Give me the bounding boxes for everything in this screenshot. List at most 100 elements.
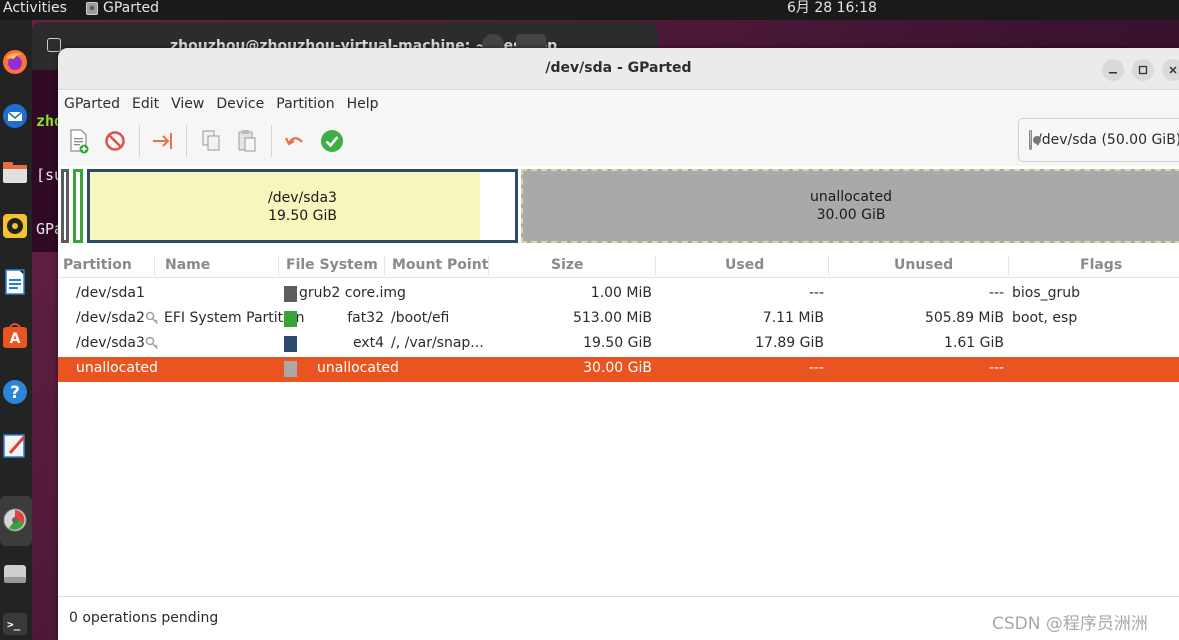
cell-flags: bios_grub	[1012, 285, 1081, 301]
header-unused[interactable]: Unused	[894, 257, 953, 273]
paste-button[interactable]	[233, 127, 261, 155]
cell-used: ---	[808, 285, 824, 301]
header-used[interactable]: Used	[725, 257, 764, 273]
filesystem-color-swatch	[284, 286, 297, 302]
apply-button[interactable]	[318, 127, 346, 155]
cell-partition: /dev/sda1	[76, 285, 145, 301]
header-partition[interactable]: Partition	[63, 257, 132, 273]
svg-text:?: ?	[10, 383, 20, 403]
top-bar: Activities GParted 6月 28 16:18	[0, 0, 1179, 20]
cell-partition: /dev/sda3	[76, 335, 145, 351]
header-name[interactable]: Name	[165, 257, 210, 273]
cell-unused: 505.89 MiB	[924, 310, 1004, 326]
files-icon[interactable]	[2, 158, 28, 186]
minimize-button[interactable]	[1102, 59, 1124, 81]
maximize-button[interactable]	[1132, 59, 1154, 81]
table-row[interactable]: /dev/sda2 EFI System Partition fat32 /bo…	[58, 307, 1179, 332]
header-mountpoint[interactable]: Mount Point	[392, 257, 488, 273]
cell-flags: boot, esp	[1012, 310, 1078, 326]
cell-mountpoint: /, /var/snap...	[391, 335, 484, 351]
activities-button[interactable]: Activities	[3, 0, 67, 17]
diskmap-sda3[interactable]: /dev/sda3 19.50 GiB	[87, 169, 518, 243]
cell-filesystem: grub2 core.img	[299, 285, 406, 301]
device-selector-value: /dev/sda (50.00 GiB)	[1037, 132, 1179, 148]
cell-used: 17.89 GiB	[755, 335, 824, 351]
title-bar[interactable]: /dev/sda - GParted	[58, 48, 1179, 90]
toolbar	[58, 117, 1179, 166]
menu-bar: GParted Edit View Device Partition Help	[58, 91, 1179, 117]
header-filesystem[interactable]: File System	[286, 257, 378, 273]
table-header: Partition Name File System Mount Point S…	[58, 254, 1179, 278]
svg-text:>_: >_	[7, 618, 21, 631]
filesystem-color-swatch	[284, 336, 297, 352]
terminal-dock-icon[interactable]: >_	[2, 610, 28, 638]
status-text: 0 operations pending	[69, 610, 219, 626]
cell-filesystem: ext4	[352, 335, 384, 351]
cell-size: 30.00 GiB	[583, 360, 652, 376]
minimize-icon	[1109, 72, 1117, 74]
cell-size: 513.00 MiB	[572, 310, 652, 326]
dock: A ? >_	[0, 20, 32, 640]
toolbar-separator	[186, 125, 187, 157]
toolbar-separator	[271, 125, 272, 157]
header-separator	[154, 256, 155, 276]
partition-table: Partition Name File System Mount Point S…	[58, 254, 1179, 382]
menu-gparted[interactable]: GParted	[58, 96, 126, 112]
cell-unused: ---	[988, 285, 1004, 301]
cell-used: 7.11 MiB	[762, 310, 824, 326]
close-button[interactable]	[1162, 59, 1179, 81]
copy-button[interactable]	[197, 127, 225, 155]
copy-icon	[202, 130, 220, 151]
firefox-icon[interactable]	[2, 48, 28, 76]
undo-icon	[285, 137, 303, 146]
cell-mountpoint: /boot/efi	[391, 310, 450, 326]
cell-unused: 1.61 GiB	[944, 335, 1004, 351]
gparted-dock-icon[interactable]	[2, 506, 28, 534]
diskmap-unallocated-name: unallocated	[810, 189, 892, 205]
device-selector[interactable]: /dev/sda (50.00 GiB)	[1018, 118, 1179, 162]
hard-disk-icon	[1029, 130, 1042, 150]
delete-icon	[105, 131, 125, 151]
header-separator	[278, 256, 279, 276]
undo-button[interactable]	[281, 127, 309, 155]
table-row-selected[interactable]: unallocated unallocated 30.00 GiB --- --…	[58, 357, 1179, 382]
cell-partition: unallocated	[76, 360, 158, 376]
writer-icon[interactable]	[2, 268, 28, 296]
header-separator	[488, 256, 489, 276]
menu-partition[interactable]: Partition	[270, 96, 340, 112]
menu-device[interactable]: Device	[210, 96, 270, 112]
thunderbird-icon[interactable]	[2, 102, 28, 130]
disk-drive-icon[interactable]	[2, 560, 28, 588]
diskmap-sda1[interactable]	[61, 169, 69, 243]
diskmap-sda2[interactable]	[73, 169, 83, 243]
resize-move-button[interactable]	[149, 127, 177, 155]
diskmap-unallocated[interactable]: unallocated 30.00 GiB	[521, 169, 1179, 243]
diskmap-sda3-size: 19.50 GiB	[268, 208, 337, 224]
toolbar-separator	[139, 125, 140, 157]
text-editor-icon[interactable]	[2, 432, 28, 460]
header-separator	[384, 256, 385, 276]
maximize-icon	[1138, 65, 1148, 75]
key-icon	[145, 311, 159, 325]
app-center-icon[interactable]: A	[2, 322, 28, 350]
paste-icon	[238, 130, 256, 152]
menu-help[interactable]: Help	[341, 96, 385, 112]
cell-used: ---	[808, 360, 824, 376]
header-size[interactable]: Size	[551, 257, 584, 273]
app-menu[interactable]: GParted	[86, 0, 159, 17]
table-row[interactable]: /dev/sda3 ext4 /, /var/snap... 19.50 GiB…	[58, 332, 1179, 357]
filesystem-color-swatch	[284, 311, 297, 327]
clock[interactable]: 6月 28 16:18	[787, 0, 877, 17]
help-icon[interactable]: ?	[2, 378, 28, 406]
delete-button[interactable]	[101, 127, 129, 155]
table-row[interactable]: /dev/sda1 grub2 core.img 1.00 MiB --- --…	[58, 282, 1179, 307]
resize-move-icon	[153, 133, 172, 149]
menu-edit[interactable]: Edit	[126, 96, 165, 112]
rhythmbox-icon[interactable]	[2, 212, 28, 240]
header-separator	[1008, 256, 1009, 276]
menu-view[interactable]: View	[165, 96, 210, 112]
header-flags[interactable]: Flags	[1080, 257, 1122, 273]
window-title: /dev/sda - GParted	[545, 60, 692, 76]
new-partition-icon	[70, 129, 89, 154]
new-partition-button[interactable]	[65, 127, 93, 155]
